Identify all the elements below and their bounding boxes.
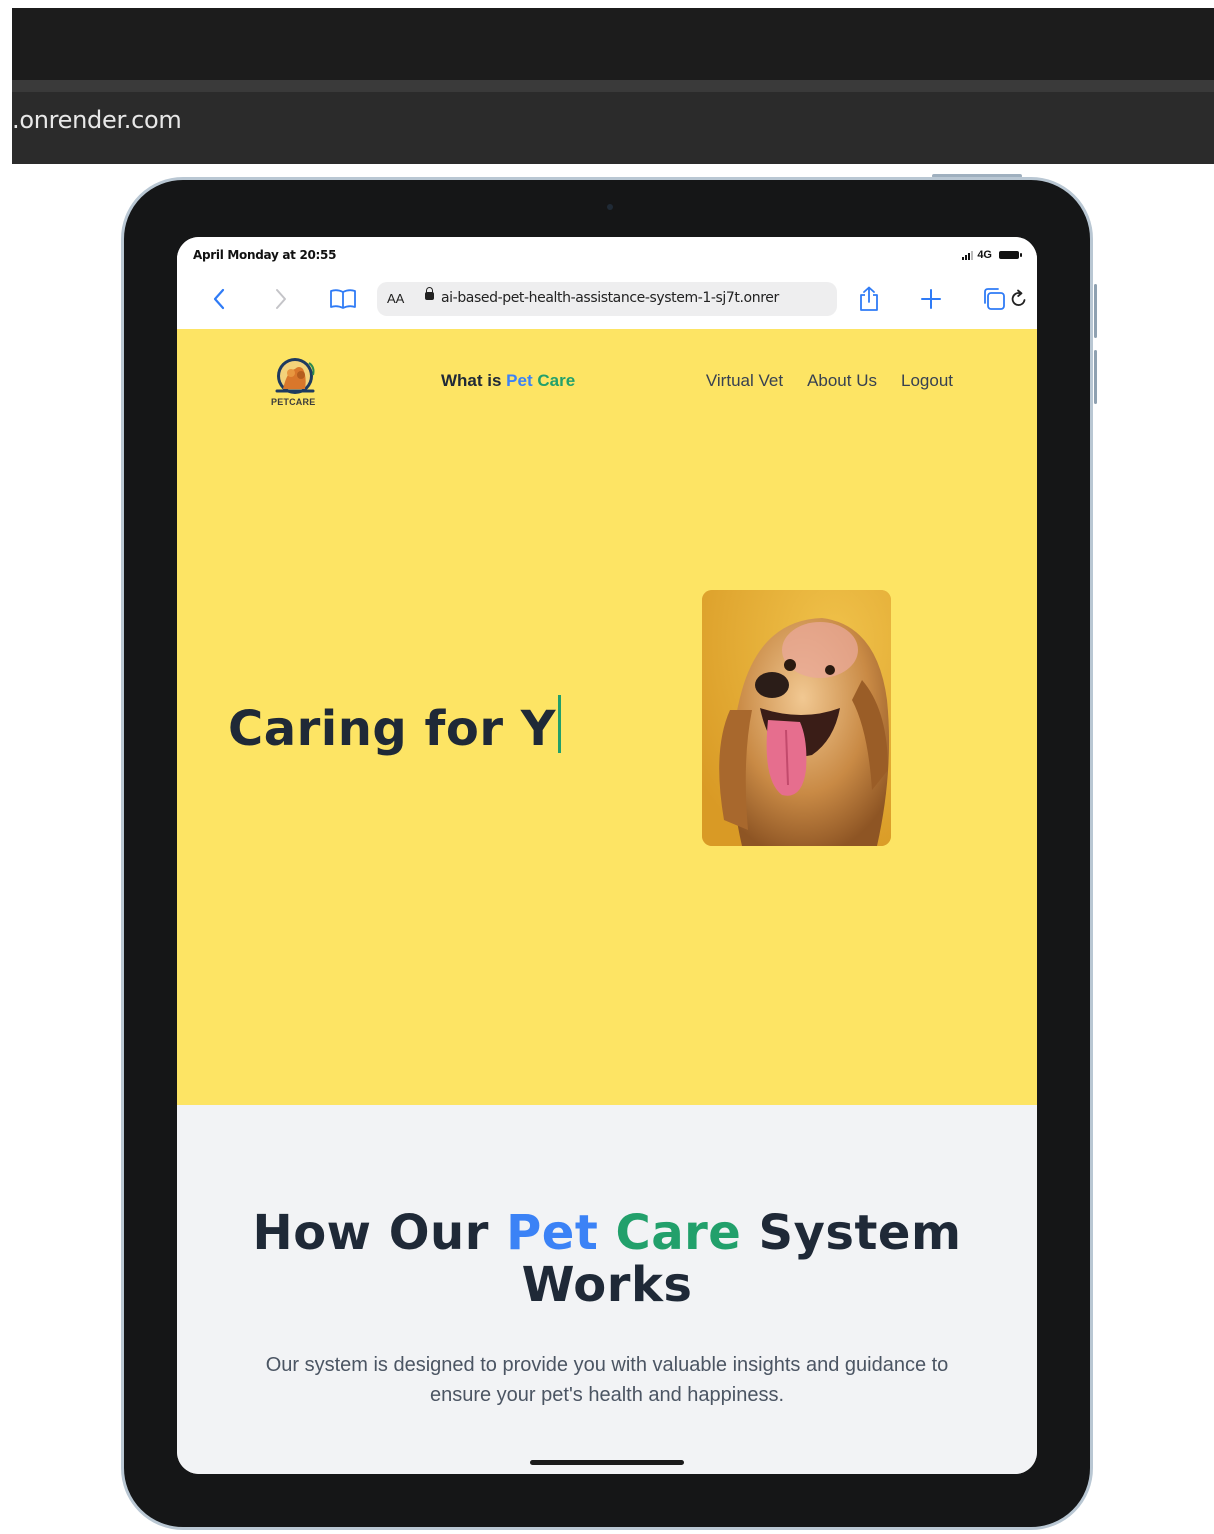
bookmarks-button[interactable] bbox=[327, 283, 359, 315]
how-section-title: How Our Pet Care System Works bbox=[177, 1207, 1037, 1311]
signal-icon bbox=[962, 250, 974, 260]
how-title-part1: How Our bbox=[252, 1205, 507, 1261]
front-camera bbox=[607, 204, 613, 210]
home-indicator[interactable] bbox=[530, 1460, 684, 1465]
host-tab-strip bbox=[12, 80, 1214, 92]
host-address-text[interactable]: .onrender.com bbox=[12, 106, 182, 134]
safari-toolbar: AA ai-based-pet-health-assistance-system… bbox=[177, 275, 1037, 329]
tablet-screen: April Monday at 20:55 4G AA ai-based-pet… bbox=[177, 237, 1037, 1474]
book-icon bbox=[330, 289, 356, 309]
nav-link-logout[interactable]: Logout bbox=[901, 371, 953, 391]
share-button[interactable] bbox=[853, 283, 885, 315]
tabs-icon bbox=[984, 288, 1005, 310]
battery-icon bbox=[999, 251, 1022, 259]
lock-icon bbox=[425, 287, 434, 300]
volume-down-button bbox=[1094, 350, 1097, 404]
tabs-button[interactable] bbox=[978, 283, 1010, 315]
network-label: 4G bbox=[977, 249, 992, 261]
nav-center-care: Care bbox=[537, 371, 576, 390]
chevron-right-icon bbox=[276, 289, 286, 309]
nav-link-virtual-vet[interactable]: Virtual Vet bbox=[706, 371, 783, 391]
host-address-bar[interactable]: .onrender.com bbox=[12, 92, 1214, 164]
hero-section: PETCARE What is Pet Care Virtual Vet Abo… bbox=[177, 329, 1037, 1105]
new-tab-button[interactable] bbox=[915, 283, 947, 315]
back-button[interactable] bbox=[203, 283, 235, 315]
hero-title: Caring for Y bbox=[228, 695, 561, 757]
how-title-pet: Pet bbox=[506, 1205, 599, 1261]
typing-cursor bbox=[557, 695, 561, 753]
url-bar[interactable]: AA ai-based-pet-health-assistance-system… bbox=[377, 282, 1026, 316]
how-title-part2: System bbox=[741, 1205, 962, 1261]
host-window-titlebar bbox=[12, 8, 1214, 80]
pet-logo-icon bbox=[275, 358, 315, 394]
share-icon bbox=[860, 286, 878, 311]
nav-what-is-pet-care[interactable]: What is Pet Care bbox=[441, 371, 575, 391]
status-time: April Monday at 20:55 bbox=[193, 248, 337, 262]
nav-link-about-us[interactable]: About Us bbox=[807, 371, 877, 391]
text-size-button[interactable]: AA bbox=[387, 291, 404, 306]
forward-button[interactable] bbox=[265, 283, 297, 315]
how-it-works-section: How Our Pet Care System Works Our system… bbox=[177, 1105, 1037, 1474]
golden-retriever-image bbox=[702, 590, 891, 846]
plus-icon bbox=[921, 289, 941, 309]
reload-icon bbox=[1011, 289, 1026, 306]
chevron-left-icon bbox=[213, 288, 225, 310]
url-text[interactable]: ai-based-pet-health-assistance-system-1-… bbox=[441, 290, 779, 306]
status-bar: April Monday at 20:55 4G bbox=[177, 237, 1037, 275]
how-section-description: Our system is designed to provide you wi… bbox=[265, 1354, 949, 1406]
nav-center-pet: Pet bbox=[506, 371, 533, 390]
dog-photo bbox=[702, 590, 891, 846]
logo-text: PETCARE bbox=[271, 397, 316, 407]
status-indicators: 4G bbox=[962, 249, 1022, 261]
reload-button[interactable] bbox=[1009, 289, 1029, 314]
hero-title-text: Caring for Y bbox=[228, 701, 556, 757]
how-title-line2: Works bbox=[521, 1257, 693, 1313]
nav-center-prefix: What is bbox=[441, 371, 507, 390]
volume-up-button bbox=[1094, 284, 1097, 338]
how-title-care: Care bbox=[615, 1205, 742, 1261]
nav-links: Virtual Vet About Us Logout bbox=[706, 371, 953, 391]
